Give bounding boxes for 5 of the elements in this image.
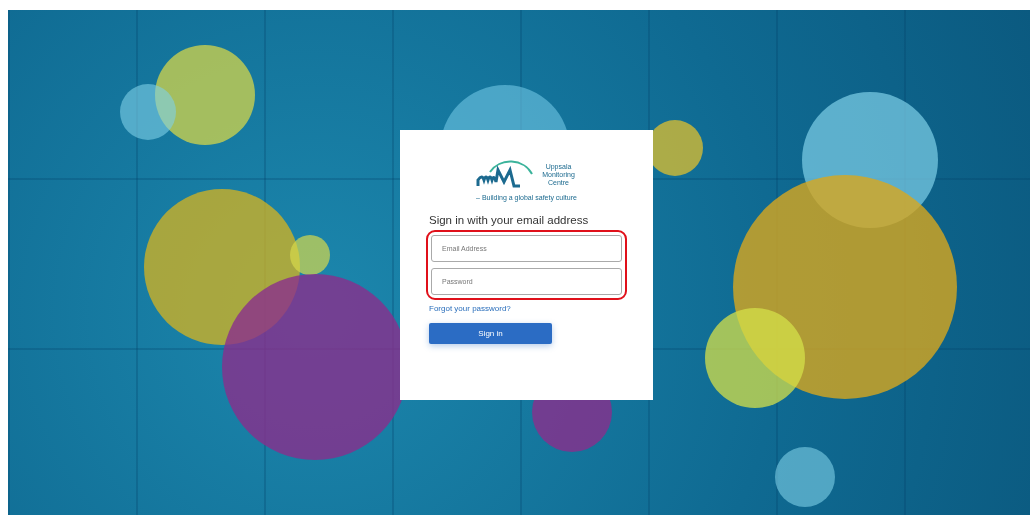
decorative-circle	[775, 447, 835, 507]
forgot-password-link[interactable]: Forgot your password?	[429, 304, 511, 313]
sign-in-heading: Sign in with your email address	[429, 214, 590, 226]
sign-in-button[interactable]: Sign in	[429, 323, 552, 344]
logo-icon	[475, 160, 536, 190]
